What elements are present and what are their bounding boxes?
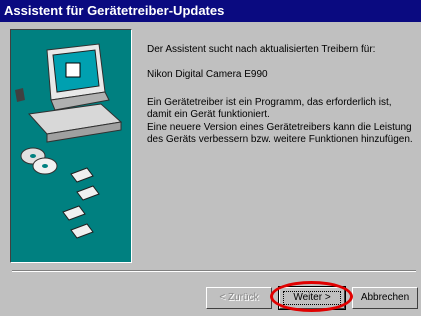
wizard-illustration bbox=[10, 29, 132, 263]
cancel-button[interactable]: Abbrechen bbox=[352, 287, 418, 309]
driver-update-wizard-window: Assistent für Gerätetreiber-Updates Der … bbox=[0, 0, 421, 316]
red-highlight-circle bbox=[270, 281, 353, 312]
window-title: Assistent für Gerätetreiber-Updates bbox=[0, 0, 421, 22]
floppy-disk-icon bbox=[62, 167, 100, 239]
computer-monitor-icon bbox=[15, 43, 123, 143]
driver-benefit-text: Eine neuere Version eines Gerätetreibers… bbox=[147, 122, 413, 145]
back-button[interactable]: < Zurück bbox=[206, 287, 272, 309]
button-separator bbox=[12, 270, 416, 272]
search-intro-text: Der Assistent sucht nach aktualisierten … bbox=[147, 44, 376, 55]
device-name: Nikon Digital Camera E990 bbox=[147, 69, 268, 80]
cd-disc-icon bbox=[20, 147, 58, 175]
driver-description-text: Ein Gerätetreiber ist ein Programm, das … bbox=[147, 97, 392, 120]
